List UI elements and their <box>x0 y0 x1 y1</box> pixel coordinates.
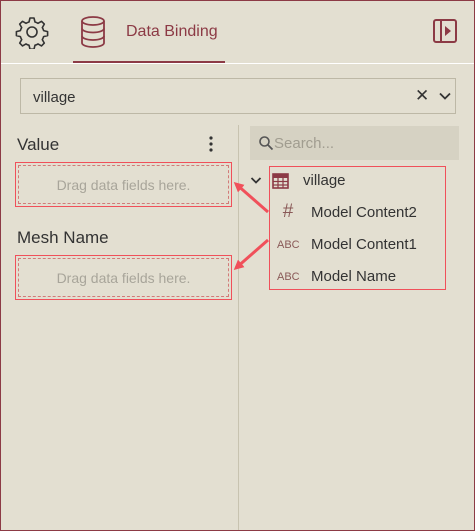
panel-toggle-button[interactable] <box>432 18 458 44</box>
tab-data-binding-label: Data Binding <box>126 23 218 40</box>
number-type-icon: # <box>282 201 294 222</box>
panel-header: Data Binding <box>1 1 474 64</box>
field-item-model-content2[interactable]: # Model Content2 <box>269 198 446 228</box>
dataset-select[interactable]: village ✕ <box>20 78 456 114</box>
tab-data-binding[interactable]: Data Binding <box>73 1 225 63</box>
field-label: Model Name <box>311 268 397 285</box>
tree-node-label: village <box>303 172 346 189</box>
clear-icon[interactable]: ✕ <box>415 86 429 106</box>
data-binding-panel: Data Binding village ✕ Value Drag data f… <box>0 0 475 531</box>
field-item-model-name[interactable]: ABC Model Name <box>269 262 446 292</box>
mesh-name-dropzone[interactable]: Drag data fields here. <box>15 255 232 300</box>
panel-collapse-icon <box>433 19 457 43</box>
more-options-icon[interactable] <box>204 134 218 154</box>
chevron-down-icon[interactable] <box>437 88 453 104</box>
settings-tab[interactable] <box>15 15 49 50</box>
field-search[interactable] <box>250 126 459 160</box>
active-tab-indicator <box>73 61 225 63</box>
table-icon <box>272 173 289 189</box>
chevron-down-icon[interactable] <box>249 175 263 187</box>
string-type-icon: ABC <box>277 271 300 283</box>
dataset-selected-value: village <box>33 89 76 106</box>
database-icon <box>81 16 105 48</box>
mesh-name-section-title: Mesh Name <box>17 228 109 247</box>
column-divider <box>238 125 239 530</box>
mesh-name-dropzone-hint: Drag data fields here. <box>56 269 191 286</box>
field-label: Model Content1 <box>311 236 417 253</box>
value-section-title: Value <box>17 135 60 154</box>
field-label: Model Content2 <box>311 204 417 221</box>
search-icon <box>259 136 274 151</box>
string-type-icon: ABC <box>277 239 300 251</box>
gear-icon <box>15 17 49 50</box>
search-input[interactable] <box>274 132 454 154</box>
value-dropzone[interactable]: Drag data fields here. <box>15 162 232 207</box>
tree-node-village[interactable]: village <box>269 169 446 194</box>
value-dropzone-hint: Drag data fields here. <box>56 176 191 193</box>
field-item-model-content1[interactable]: ABC Model Content1 <box>269 230 446 260</box>
